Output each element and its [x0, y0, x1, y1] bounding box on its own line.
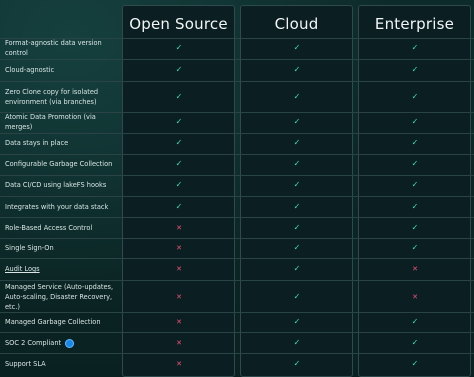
check-icon: ✓	[411, 243, 419, 252]
check-icon: ✓	[293, 223, 301, 232]
feature-label: Managed Service (Auto-updates, Auto-scal…	[5, 283, 117, 311]
check-icon: ✓	[293, 243, 301, 252]
feature-label: Support SLA	[5, 359, 117, 369]
cross-icon: ✕	[176, 224, 182, 232]
feature-text: Role-Based Access Control	[5, 224, 93, 232]
check-icon: ✓	[175, 92, 183, 101]
check-icon: ✓	[293, 43, 301, 52]
feature-text[interactable]: Audit Logs	[5, 264, 40, 274]
feature-label: Role-Based Access Control	[5, 223, 117, 233]
row-divider	[0, 59, 474, 60]
cross-icon: ✕	[176, 244, 182, 252]
check-icon: ✓	[175, 180, 183, 189]
check-icon: ✓	[293, 180, 301, 189]
check-icon: ✓	[411, 159, 419, 168]
feature-label: Format-agnostic data version control	[5, 39, 117, 57]
cross-icon: ✕	[412, 265, 418, 273]
feature-text: Format-agnostic data version control	[5, 39, 102, 57]
check-icon: ✓	[411, 223, 419, 232]
feature-label: Cloud-agnostic	[5, 65, 117, 75]
feature-text: SOC 2 Compliant	[5, 339, 62, 347]
column-header-cloud: Cloud	[274, 15, 319, 33]
feature-text: Support SLA	[5, 360, 46, 368]
check-icon: ✓	[293, 317, 301, 326]
check-icon: ✓	[411, 180, 419, 189]
check-icon: ✓	[293, 92, 301, 101]
row-divider	[0, 258, 474, 259]
row-divider	[0, 196, 474, 197]
feature-text: Managed Garbage Collection	[5, 318, 101, 326]
row-divider	[0, 175, 474, 176]
check-icon: ✓	[293, 292, 301, 301]
check-icon: ✓	[175, 138, 183, 147]
feature-text: Data CI/CD using lakeFS hooks	[5, 181, 107, 189]
feature-text: Integrates with your data stack	[5, 203, 109, 211]
row-divider	[0, 332, 474, 333]
check-icon: ✓	[411, 317, 419, 326]
check-icon: ✓	[411, 359, 419, 368]
feature-label: Atomic Data Promotion (via merges)	[5, 113, 117, 131]
check-icon: ✓	[175, 202, 183, 211]
soc2-badge-icon	[65, 338, 75, 348]
cross-icon: ✕	[176, 318, 182, 326]
feature-label: SOC 2 Compliant	[5, 338, 117, 348]
check-icon: ✓	[293, 359, 301, 368]
feature-text: Cloud-agnostic	[5, 66, 55, 74]
check-icon: ✓	[293, 138, 301, 147]
check-icon: ✓	[411, 117, 419, 126]
cross-icon: ✕	[176, 360, 182, 368]
check-icon: ✓	[293, 338, 301, 347]
check-icon: ✓	[411, 43, 419, 52]
feature-label: Data stays in place	[5, 138, 117, 148]
check-icon: ✓	[411, 65, 419, 74]
cross-icon: ✕	[176, 265, 182, 273]
check-icon: ✓	[293, 117, 301, 126]
check-icon: ✓	[175, 117, 183, 126]
feature-label: Configurable Garbage Collection	[5, 159, 117, 169]
check-icon: ✓	[293, 65, 301, 74]
cross-icon: ✕	[176, 339, 182, 347]
feature-label: Data CI/CD using lakeFS hooks	[5, 180, 117, 190]
row-divider	[0, 154, 474, 155]
column-header-open-source: Open Source	[129, 15, 228, 33]
row-divider	[0, 81, 474, 82]
check-icon: ✓	[411, 338, 419, 347]
row-divider	[0, 312, 474, 313]
feature-text: Managed Service (Auto-updates, Auto-scal…	[5, 283, 114, 311]
feature-text: Data stays in place	[5, 139, 69, 147]
check-icon: ✓	[411, 202, 419, 211]
check-icon: ✓	[293, 202, 301, 211]
feature-label: Zero Clone copy for isolated environment…	[5, 87, 117, 107]
cross-icon: ✕	[412, 293, 418, 301]
feature-label: Managed Garbage Collection	[5, 317, 117, 327]
feature-text: Atomic Data Promotion (via merges)	[5, 113, 96, 131]
feature-text: Zero Clone copy for isolated environment…	[5, 88, 99, 106]
check-icon: ✓	[293, 264, 301, 273]
row-divider	[0, 133, 474, 134]
row-divider	[0, 217, 474, 218]
check-icon: ✓	[175, 43, 183, 52]
column-header-enterprise: Enterprise	[374, 15, 455, 33]
cross-icon: ✕	[176, 293, 182, 301]
feature-label[interactable]: Audit Logs	[5, 264, 117, 274]
row-divider	[0, 238, 474, 239]
row-divider	[0, 280, 474, 281]
feature-text: Configurable Garbage Collection	[5, 160, 113, 168]
check-icon: ✓	[175, 65, 183, 74]
row-divider	[0, 353, 474, 354]
check-icon: ✓	[293, 159, 301, 168]
feature-label: Integrates with your data stack	[5, 202, 117, 212]
feature-text: Single Sign-On	[5, 244, 54, 252]
feature-label: Single Sign-On	[5, 243, 117, 253]
check-icon: ✓	[175, 159, 183, 168]
check-icon: ✓	[411, 138, 419, 147]
check-icon: ✓	[411, 92, 419, 101]
